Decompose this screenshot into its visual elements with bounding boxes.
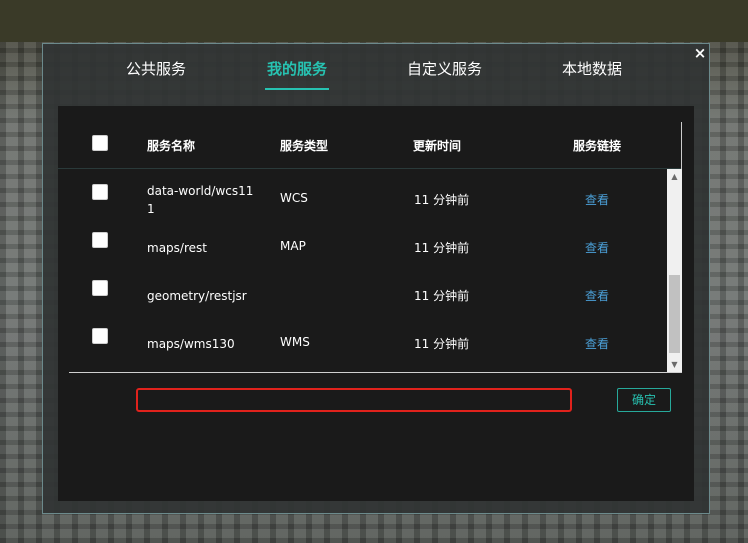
update-time-cell: 11 分钟前 — [414, 289, 470, 303]
table-row: maps/rest MAP 11 分钟前 查看 — [58, 230, 682, 278]
service-type-cell: WMS — [280, 335, 310, 349]
tab-my-services[interactable]: 我的服务 — [267, 58, 327, 79]
confirm-button[interactable]: 确定 — [617, 388, 671, 412]
header-service-link: 服务链接 — [573, 139, 622, 153]
service-type-cell: WCS — [280, 191, 308, 205]
view-link[interactable]: 查看 — [585, 287, 609, 304]
table-right-edge — [681, 122, 682, 172]
update-time-cell: 11 分钟前 — [414, 193, 470, 207]
table-row: data-world/wcs111 WCS 11 分钟前 查看 — [58, 182, 682, 230]
row-checkbox[interactable] — [92, 184, 108, 200]
table-scrollbar[interactable]: ▲ ▼ — [667, 169, 682, 372]
header-service-type: 服务类型 — [280, 139, 329, 153]
view-link[interactable]: 查看 — [585, 191, 609, 208]
service-name-cell: geometry/restjsr — [147, 289, 247, 303]
service-dialog: × 公共服务 我的服务 自定义服务 本地数据 服务名称 服务类型 更新时间 服务… — [42, 43, 710, 514]
tab-bar: 公共服务 我的服务 自定义服务 本地数据 — [43, 44, 711, 104]
scroll-thumb[interactable] — [669, 275, 680, 353]
table-header: 服务名称 服务类型 更新时间 服务链接 — [58, 106, 682, 172]
view-link[interactable]: 查看 — [585, 335, 609, 352]
service-url-input[interactable] — [136, 388, 572, 412]
service-name-cell: maps/rest — [147, 241, 207, 255]
scroll-up-arrow-icon[interactable]: ▲ — [667, 169, 682, 184]
service-type-cell: MAP — [280, 239, 306, 253]
service-name-cell: maps/wms130 — [147, 337, 235, 351]
tab-custom-services[interactable]: 自定义服务 — [407, 58, 482, 79]
scroll-down-arrow-icon[interactable]: ▼ — [667, 357, 682, 372]
select-all-checkbox[interactable] — [92, 135, 108, 151]
content-panel: 服务名称 服务类型 更新时间 服务链接 data-world/wcs111 WC… — [58, 106, 694, 501]
tab-public-services[interactable]: 公共服务 — [126, 58, 186, 79]
table-row: geometry/restjsr 11 分钟前 查看 — [58, 278, 682, 326]
update-time-cell: 11 分钟前 — [414, 337, 470, 351]
row-checkbox[interactable] — [92, 328, 108, 344]
update-time-cell: 11 分钟前 — [414, 241, 470, 255]
row-checkbox[interactable] — [92, 232, 108, 248]
table-bottom-divider — [69, 372, 682, 373]
header-update-time: 更新时间 — [413, 139, 462, 153]
service-name-cell: data-world/wcs111 — [147, 184, 254, 216]
map-top-band — [0, 0, 748, 42]
active-tab-indicator — [265, 88, 329, 90]
view-link[interactable]: 查看 — [585, 239, 609, 256]
tab-local-data[interactable]: 本地数据 — [562, 58, 622, 79]
header-service-name: 服务名称 — [147, 139, 196, 153]
row-checkbox[interactable] — [92, 280, 108, 296]
table-body: data-world/wcs111 WCS 11 分钟前 查看 maps/res… — [58, 169, 682, 372]
table-row: maps/wms130 WMS 11 分钟前 查看 — [58, 326, 682, 372]
